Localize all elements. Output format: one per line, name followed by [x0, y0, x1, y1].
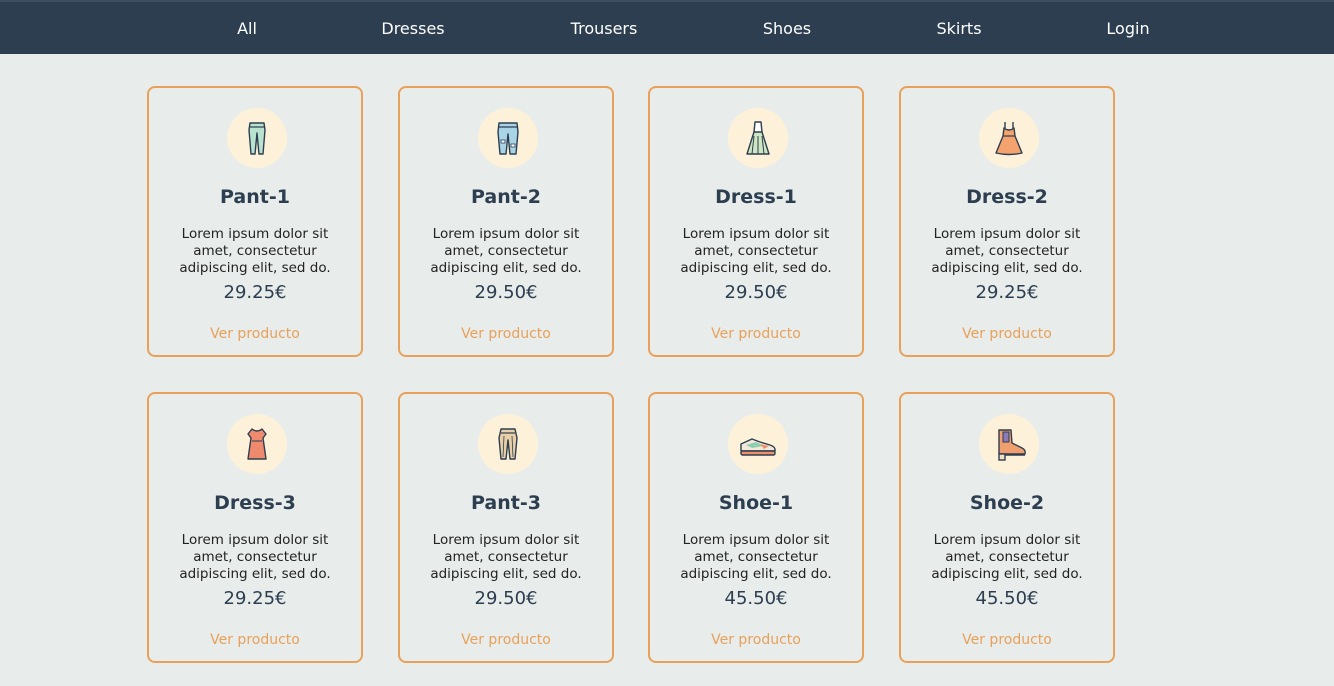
product-name: Shoe-2: [969, 492, 1045, 514]
product-icon-badge: [227, 414, 287, 474]
view-product-link[interactable]: Ver producto: [149, 326, 361, 342]
product-name: Pant-1: [220, 186, 290, 208]
product-description: Lorem ipsum dolor sit amet, consectetur …: [430, 532, 582, 582]
product-description: Lorem ipsum dolor sit amet, consectetur …: [680, 532, 832, 582]
product-icon-badge: [728, 414, 788, 474]
product-description: Lorem ipsum dolor sit amet, consectetur …: [931, 532, 1083, 582]
jeans-icon: [497, 122, 519, 155]
product-name: Dress-2: [966, 186, 1048, 208]
product-name: Pant-2: [471, 186, 541, 208]
product-card: Pant-2 Lorem ipsum dolor sit amet, conse…: [398, 86, 614, 357]
nav-item-shoes[interactable]: Shoes: [763, 2, 811, 54]
product-icon-badge: [979, 414, 1039, 474]
product-price: 45.50€: [724, 588, 788, 609]
product-icon-badge: [227, 108, 287, 168]
product-icon-badge: [478, 108, 538, 168]
product-description: Lorem ipsum dolor sit amet, consectetur …: [179, 226, 331, 276]
product-name: Pant-3: [471, 492, 541, 514]
nav-item-trousers[interactable]: Trousers: [571, 2, 638, 54]
sneaker-icon: [740, 438, 776, 456]
product-icon-badge: [478, 414, 538, 474]
view-product-link[interactable]: Ver producto: [400, 632, 612, 648]
nav-item-login[interactable]: Login: [1106, 2, 1149, 54]
product-description: Lorem ipsum dolor sit amet, consectetur …: [680, 226, 832, 276]
product-price: 29.50€: [474, 282, 538, 303]
product-name: Dress-1: [715, 186, 797, 208]
product-price: 45.50€: [975, 588, 1039, 609]
product-card: Shoe-2 Lorem ipsum dolor sit amet, conse…: [899, 392, 1115, 663]
view-product-link[interactable]: Ver producto: [650, 632, 862, 648]
product-name: Shoe-1: [718, 492, 794, 514]
trousers-icon: [498, 428, 518, 460]
product-price: 29.50€: [474, 588, 538, 609]
top-navigation-bar: All Dresses Trousers Shoes Skirts Login: [0, 0, 1334, 54]
product-card: Dress-3 Lorem ipsum dolor sit amet, cons…: [147, 392, 363, 663]
view-product-link[interactable]: Ver producto: [901, 632, 1113, 648]
nav-item-skirts[interactable]: Skirts: [936, 2, 981, 54]
dress-icon: [746, 121, 770, 155]
product-card: Dress-2 Lorem ipsum dolor sit amet, cons…: [899, 86, 1115, 357]
product-icon-badge: [979, 108, 1039, 168]
dress-icon: [995, 122, 1023, 156]
product-description: Lorem ipsum dolor sit amet, consectetur …: [931, 226, 1083, 276]
product-price: 29.25€: [975, 282, 1039, 303]
product-price: 29.50€: [724, 282, 788, 303]
view-product-link[interactable]: Ver producto: [901, 326, 1113, 342]
dress-icon: [247, 428, 267, 460]
view-product-link[interactable]: Ver producto: [149, 632, 361, 648]
product-description: Lorem ipsum dolor sit amet, consectetur …: [430, 226, 582, 276]
product-price: 29.25€: [223, 588, 287, 609]
product-name: Dress-3: [214, 492, 296, 514]
boot-icon: [998, 429, 1026, 461]
product-card: Dress-1 Lorem ipsum dolor sit amet, cons…: [648, 86, 864, 357]
product-icon-badge: [728, 108, 788, 168]
nav-item-dresses[interactable]: Dresses: [381, 2, 444, 54]
product-description: Lorem ipsum dolor sit amet, consectetur …: [179, 532, 331, 582]
view-product-link[interactable]: Ver producto: [400, 326, 612, 342]
leggings-icon: [248, 122, 266, 155]
product-card: Pant-3 Lorem ipsum dolor sit amet, conse…: [398, 392, 614, 663]
product-price: 29.25€: [223, 282, 287, 303]
view-product-link[interactable]: Ver producto: [650, 326, 862, 342]
nav-item-all[interactable]: All: [237, 2, 257, 54]
product-card: Shoe-1 Lorem ipsum dolor sit amet, conse…: [648, 392, 864, 663]
product-card: Pant-1 Lorem ipsum dolor sit amet, conse…: [147, 86, 363, 357]
